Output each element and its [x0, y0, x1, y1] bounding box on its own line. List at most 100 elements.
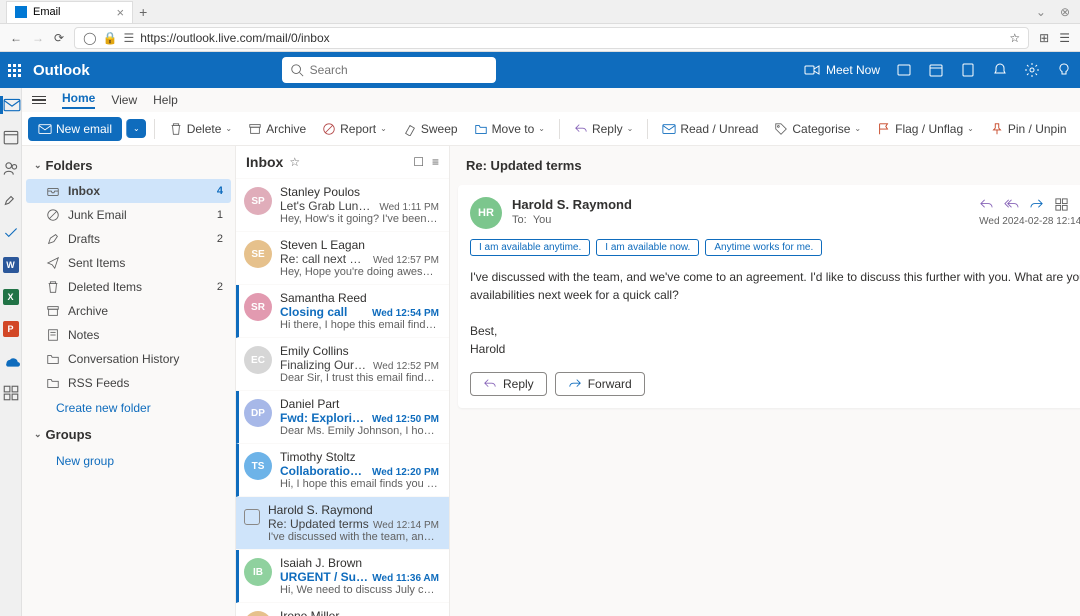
rail-more-apps-icon[interactable] [2, 384, 20, 402]
search-box[interactable] [282, 57, 496, 83]
rail-todo-icon[interactable] [2, 224, 20, 242]
folders-section-header[interactable]: ⌄Folders [26, 152, 231, 179]
calendar-day-icon[interactable] [928, 62, 944, 78]
window-close-icon[interactable]: ⊗ [1060, 5, 1070, 19]
folder-rss[interactable]: RSS Feeds [26, 371, 231, 395]
folder-archive[interactable]: Archive [26, 299, 231, 323]
filter-icon[interactable]: ≡ [432, 155, 439, 169]
menu-help[interactable]: Help [153, 93, 178, 107]
extensions-icon[interactable]: ⊞ [1039, 31, 1049, 45]
bookmark-star-icon[interactable]: ☆ [1009, 31, 1020, 45]
message-time: Wed 12:50 PM [372, 414, 439, 425]
delete-button[interactable]: Delete⌄ [163, 119, 238, 139]
hamburger-icon[interactable] [32, 96, 46, 105]
message-date: Wed 2024-02-28 12:14 PM [979, 216, 1080, 227]
new-tab-button[interactable]: + [139, 4, 147, 20]
suggested-reply[interactable]: Anytime works for me. [705, 239, 822, 256]
read-unread-button[interactable]: Read / Unread [656, 119, 764, 139]
message-item[interactable]: SPStanley PoulosLet's Grab Lunch and Tal… [236, 179, 449, 232]
rail-mail-icon[interactable] [0, 96, 21, 114]
select-all-icon[interactable]: ☐ [413, 155, 424, 169]
message-item[interactable]: SRSamantha ReedClosing callWed 12:54 PMH… [236, 285, 449, 338]
report-button[interactable]: Report⌄ [316, 119, 393, 139]
apps-icon[interactable] [1054, 197, 1069, 212]
rail-calendar-icon[interactable] [2, 128, 20, 146]
window-minimize-icon[interactable]: ⌄ [1036, 5, 1046, 19]
profile-icon[interactable]: ☰ [1059, 31, 1070, 45]
message-card: HR Harold S. Raymond To: You ⋯ [458, 185, 1080, 408]
suggested-reply[interactable]: I am available now. [596, 239, 699, 256]
new-group-link[interactable]: New group [26, 448, 231, 474]
rail-files-icon[interactable] [2, 192, 20, 210]
message-checkbox[interactable] [244, 509, 260, 525]
rail-people-icon[interactable] [2, 160, 20, 178]
back-icon[interactable]: ← [10, 31, 22, 45]
rail-onedrive-icon[interactable] [2, 352, 20, 370]
search-input[interactable] [310, 63, 488, 77]
menu-view[interactable]: View [111, 93, 137, 107]
rail-excel-icon[interactable]: X [2, 288, 20, 306]
reload-icon[interactable]: ⟳ [54, 31, 64, 45]
my-day-icon[interactable] [960, 62, 976, 78]
snooze-button[interactable]: Snooze⌄ [1077, 119, 1080, 139]
list-header: Inbox ☆ ☐ ≡ [236, 146, 449, 179]
browser-tab[interactable]: Email × [6, 1, 133, 23]
tips-icon[interactable] [1056, 62, 1072, 78]
folder-deleted[interactable]: Deleted Items2 [26, 275, 231, 299]
sender-avatar: IM [244, 611, 272, 616]
app-launcher-icon[interactable] [8, 64, 21, 77]
forward-icon[interactable] [1029, 197, 1044, 212]
suggested-replies: I am available anytime. I am available n… [470, 239, 1080, 256]
notifications-icon[interactable] [992, 62, 1008, 78]
folder-sent[interactable]: Sent Items [26, 251, 231, 275]
message-time: Wed 12:54 PM [372, 308, 439, 319]
folder-drafts[interactable]: Drafts2 [26, 227, 231, 251]
categorise-button[interactable]: Categorise⌄ [768, 119, 867, 139]
tab-favicon [15, 6, 27, 18]
message-item[interactable]: IMIrene MillerQ3 MeetingWed 11:32 AMDo g… [236, 603, 449, 616]
pin-button[interactable]: Pin / Unpin [984, 119, 1073, 139]
move-to-button[interactable]: Move to⌄ [468, 119, 551, 139]
new-email-button[interactable]: New email [28, 117, 122, 141]
message-subject: Collaboration Opportunit... [280, 464, 368, 478]
favorite-star-icon[interactable]: ☆ [289, 155, 300, 169]
teams-icon[interactable] [896, 62, 912, 78]
sweep-button[interactable]: Sweep [397, 119, 464, 139]
url-field[interactable]: ◯ 🔒 ☰ https://outlook.live.com/mail/0/in… [74, 27, 1029, 49]
message-item[interactable]: ECEmily CollinsFinalizing Our Partnershi… [236, 338, 449, 391]
message-item[interactable]: Harold S. RaymondRe: Updated termsWed 12… [236, 497, 449, 550]
forward-button-card[interactable]: Forward [555, 372, 645, 396]
message-item[interactable]: IBIsaiah J. BrownURGENT / Summer dealWed… [236, 550, 449, 603]
sender-avatar: EC [244, 346, 272, 374]
message-subject: Finalizing Our Partnership ... [280, 358, 369, 372]
ribbon: New email ⌄ Delete⌄ Archive Report⌄ Swee… [22, 112, 1080, 146]
menu-bar: Home View Help [22, 88, 1080, 112]
message-item[interactable]: TSTimothy StoltzCollaboration Opportunit… [236, 444, 449, 497]
new-email-dropdown[interactable]: ⌄ [126, 119, 146, 138]
folder-junk[interactable]: Junk Email1 [26, 203, 231, 227]
permissions-icon: ☰ [123, 31, 134, 45]
forward-icon[interactable]: → [32, 31, 44, 45]
create-folder-link[interactable]: Create new folder [26, 395, 231, 421]
reply-button[interactable]: Reply⌄ [568, 119, 639, 139]
meet-now-button[interactable]: Meet Now [804, 62, 880, 78]
message-item[interactable]: DPDaniel PartFwd: Exploring Collabora...… [236, 391, 449, 444]
reply-button-card[interactable]: Reply [470, 372, 547, 396]
settings-icon[interactable] [1024, 62, 1040, 78]
reply-all-icon[interactable] [1004, 197, 1019, 212]
message-item[interactable]: SESteven L EaganRe: call next weekWed 12… [236, 232, 449, 285]
list-title: Inbox [246, 154, 283, 170]
folder-inbox[interactable]: Inbox4 [26, 179, 231, 203]
groups-section-header[interactable]: ⌄Groups [26, 421, 231, 448]
rail-word-icon[interactable]: W [2, 256, 20, 274]
tab-close-icon[interactable]: × [117, 5, 125, 20]
folder-notes[interactable]: Notes [26, 323, 231, 347]
message-subject: Re: Updated terms [268, 517, 369, 531]
rail-powerpoint-icon[interactable]: P [2, 320, 20, 338]
archive-button[interactable]: Archive [242, 119, 312, 139]
flag-button[interactable]: Flag / Unflag⌄ [871, 119, 980, 139]
folder-conversation[interactable]: Conversation History [26, 347, 231, 371]
reply-icon[interactable] [979, 197, 994, 212]
menu-home[interactable]: Home [62, 91, 95, 109]
suggested-reply[interactable]: I am available anytime. [470, 239, 590, 256]
